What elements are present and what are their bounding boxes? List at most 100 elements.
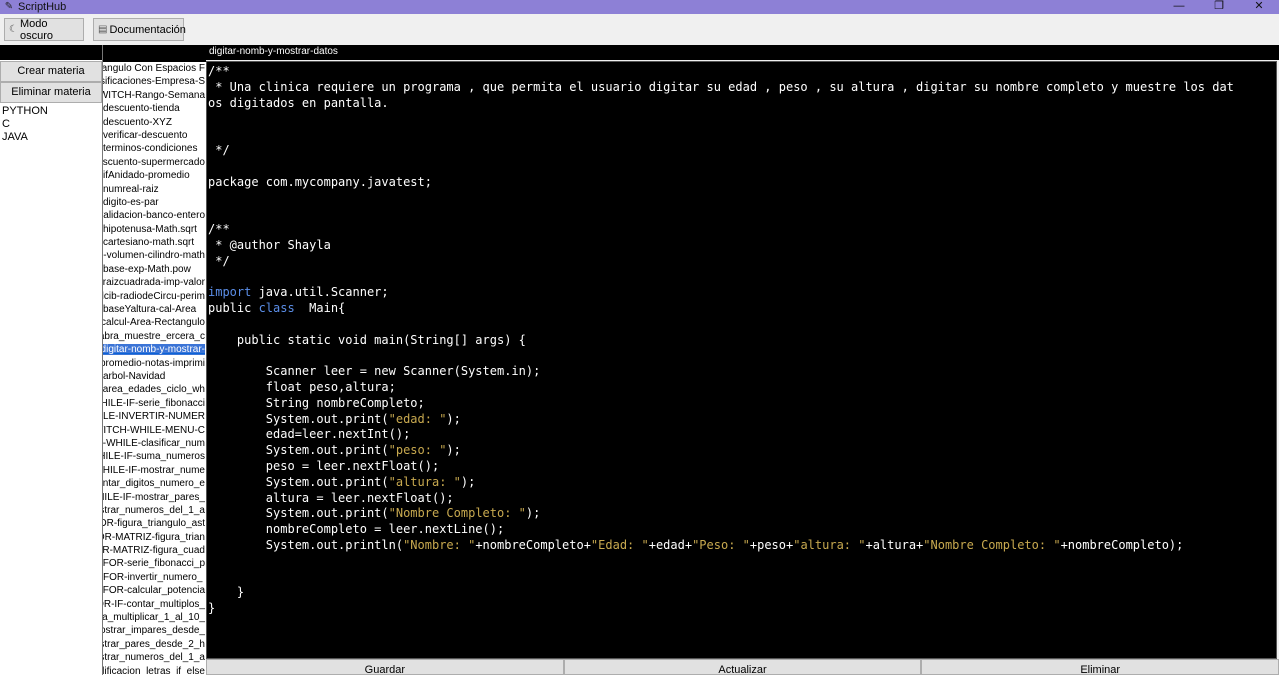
code-line: } (208, 585, 245, 600)
file-list-item[interactable]: FOR-MATRIZ-figura_trian (103, 531, 206, 544)
file-list-item[interactable]: baseYaltura-cal-Area (103, 303, 206, 316)
file-list-item[interactable]: digitar-nomb-y-mostrar- (103, 343, 206, 357)
file-list-item[interactable]: FOR-MATRIZ-figura_cuad (103, 544, 206, 557)
file-list-item-label: calificacion_letras_if_else (103, 665, 205, 675)
file-list-item-label: terminos-condiciones (103, 143, 198, 155)
dark-mode-label: Modo oscuro (19, 17, 53, 42)
code-line: public class Main{ (208, 300, 346, 315)
file-list-item[interactable]: calificacion_letras_if_else (103, 665, 206, 675)
file-list-item[interactable]: SWITCH-WHILE-MENU-C (103, 424, 206, 437)
file-list-item[interactable]: WHILE-IF-mostrar_nume (103, 464, 206, 477)
file-list-item[interactable]: raizcuadrada-imp-valor (103, 276, 206, 289)
code-line: edad=leer.nextInt(); (208, 427, 411, 442)
file-list-item[interactable]: mostrar_numeros_del_1_a (103, 504, 206, 517)
file-list-item-label: calcib-radiodeCircu-perim (103, 290, 205, 302)
file-list-item[interactable]: promedio-notas-imprimi (103, 357, 206, 370)
code-line: os digitados en pantalla. (208, 95, 389, 110)
code-line: public static void main(String[] args) { (208, 332, 526, 347)
file-list-item[interactable]: base-exp-Math.pow (103, 263, 206, 276)
file-list-item[interactable]: descuento-supermercado (103, 156, 206, 169)
close-button[interactable]: ✕ (1239, 0, 1279, 14)
file-list-item-label: FOR-calcular_potencia (103, 585, 205, 597)
action-bar: Guardar Actualizar Eliminar (206, 659, 1279, 675)
file-list-item[interactable]: arbol-Navidad (103, 370, 206, 383)
file-list-item-label: tarea_edades_ciclo_wh (103, 384, 205, 396)
file-list-item-label: FOR-MATRIZ-figura_cuad (103, 545, 205, 557)
subjects-list: PYTHON C JAVA (0, 105, 102, 144)
file-list-item[interactable]: mostrar_pares_desde_2_h (103, 638, 206, 651)
file-list-item[interactable]: verificar-descuento (103, 129, 206, 142)
file-list-item[interactable]: numreal-raiz (103, 183, 206, 196)
file-list-item[interactable]: FOR-invertir_numero_ (103, 571, 206, 584)
file-list-item[interactable]: WHILE-IF-serie_fibonacci (103, 397, 206, 410)
code-line: package com.mycompany.javatest; (208, 174, 432, 189)
code-line: * Una clinica requiere un programa , que… (208, 79, 1234, 94)
file-list-item[interactable]: descuento-tienda (103, 102, 206, 115)
window-controls: — ❐ ✕ (1159, 0, 1279, 14)
file-list-item[interactable]: terminos-condiciones (103, 142, 206, 155)
subjects-panel: Crear materia Eliminar materia PYTHON C … (0, 45, 102, 675)
dark-mode-button[interactable]: ☾ Modo oscuro (4, 17, 84, 42)
file-list-item[interactable]: mostrar_numeros_del_1_a (103, 651, 206, 664)
file-list-item[interactable]: contar_digitos_numero_e (103, 477, 206, 490)
update-button[interactable]: Actualizar (563, 659, 922, 675)
file-list-item[interactable]: FOR-calcular_potencia (103, 584, 206, 597)
file-list-item[interactable]: tabla_multiplicar_1_al_10_ (103, 611, 206, 624)
file-list-item[interactable]: Triangulo Con Espacios F (103, 62, 206, 75)
file-list-item-label: FOR-invertir_numero_ (103, 571, 203, 583)
delete-button[interactable]: Eliminar (921, 659, 1279, 675)
file-list-item-label: digito-es-par (103, 196, 159, 208)
code-line: */ (208, 253, 230, 268)
file-list-item-label: FOR-figura_triangulo_ast (103, 518, 205, 530)
subject-item-python[interactable]: PYTHON (0, 105, 102, 118)
create-subject-button[interactable]: Crear materia (0, 61, 102, 82)
file-list-item[interactable]: validacion-banco-entero (103, 209, 206, 222)
minimize-button[interactable]: — (1159, 0, 1199, 14)
file-list-item[interactable]: ifAnidado-promedio (103, 169, 206, 182)
code-line: /** (208, 221, 230, 236)
delete-subject-button[interactable]: Eliminar materia (0, 82, 102, 103)
file-list-item[interactable]: WHILE-INVERTIR-NUMER (103, 410, 206, 423)
file-list-item[interactable]: digito-es-par (103, 196, 206, 209)
file-list-item[interactable]: FOR-figura_triangulo_ast (103, 517, 206, 530)
code-line: ​ (208, 206, 1276, 222)
file-list-item-label: SWITCH-Rango-Semana (103, 89, 205, 101)
feather-icon: ✎ (4, 1, 14, 12)
code-line: ​ (208, 317, 1276, 333)
documentation-button[interactable]: ▤ Documentación (93, 18, 186, 41)
file-list-item-label: cal-volumen-cilindro-math (103, 250, 205, 262)
code-content[interactable]: /** * Una clinica requiere un programa ,… (207, 62, 1276, 617)
file-list-item[interactable]: WHILE-IF-suma_numeros (103, 450, 206, 463)
subject-item-c[interactable]: C (0, 118, 102, 131)
file-list-item[interactable]: calcul-Area-Rectangulo (103, 316, 206, 329)
file-list-item[interactable]: palabra_muestre_ercera_c (103, 330, 206, 343)
file-list-item[interactable]: WHILE-IF-mostrar_pares_ (103, 491, 206, 504)
editor-file-name: digitar-nomb-y-mostrar-datos (209, 46, 338, 57)
moon-icon: ☾ (9, 24, 18, 35)
file-list-item[interactable]: tarea_edades_ciclo_wh (103, 383, 206, 396)
file-list-item-label: FOR-MATRIZ-figura_trian (103, 531, 205, 543)
maximize-button[interactable]: ❐ (1199, 0, 1239, 14)
file-list-item[interactable]: hipotenusa-Math.sqrt (103, 223, 206, 236)
code-line: ​ (208, 570, 1276, 586)
subject-item-java[interactable]: JAVA (0, 131, 102, 144)
code-line: System.out.print("peso: "); (208, 443, 461, 458)
file-list-item-label: contar_digitos_numero_e (103, 478, 205, 490)
file-list-item[interactable]: calcib-radiodeCircu-perim (103, 290, 206, 303)
code-editor[interactable]: /** * Una clinica requiere un programa ,… (206, 61, 1277, 659)
file-list-item[interactable]: cartesiano-math.sqrt (103, 236, 206, 249)
code-line: ​ (208, 269, 1276, 285)
file-list-item[interactable]: SWITCH-Rango-Semana (103, 89, 206, 102)
file-list-item[interactable]: cal-volumen-cilindro-math (103, 249, 206, 262)
documentation-label: Documentación (109, 23, 186, 36)
subjects-header (0, 45, 102, 60)
file-list-item[interactable]: Clasificaciones-Empresa-S (103, 75, 206, 88)
file-list-item[interactable]: descuento-XYZ (103, 116, 206, 129)
file-list-item-label: palabra_muestre_ercera_c (103, 330, 205, 342)
file-list-item[interactable]: FOR-IF-contar_multiplos_ (103, 598, 206, 611)
file-list-item[interactable]: IF-WHILE-clasificar_num (103, 437, 206, 450)
file-list-item[interactable]: FOR-serie_fibonacci_p (103, 557, 206, 570)
file-list-item-label: base-exp-Math.pow (103, 263, 191, 275)
save-button[interactable]: Guardar (206, 659, 564, 675)
file-list-item[interactable]: mostrar_impares_desde_ (103, 624, 206, 637)
